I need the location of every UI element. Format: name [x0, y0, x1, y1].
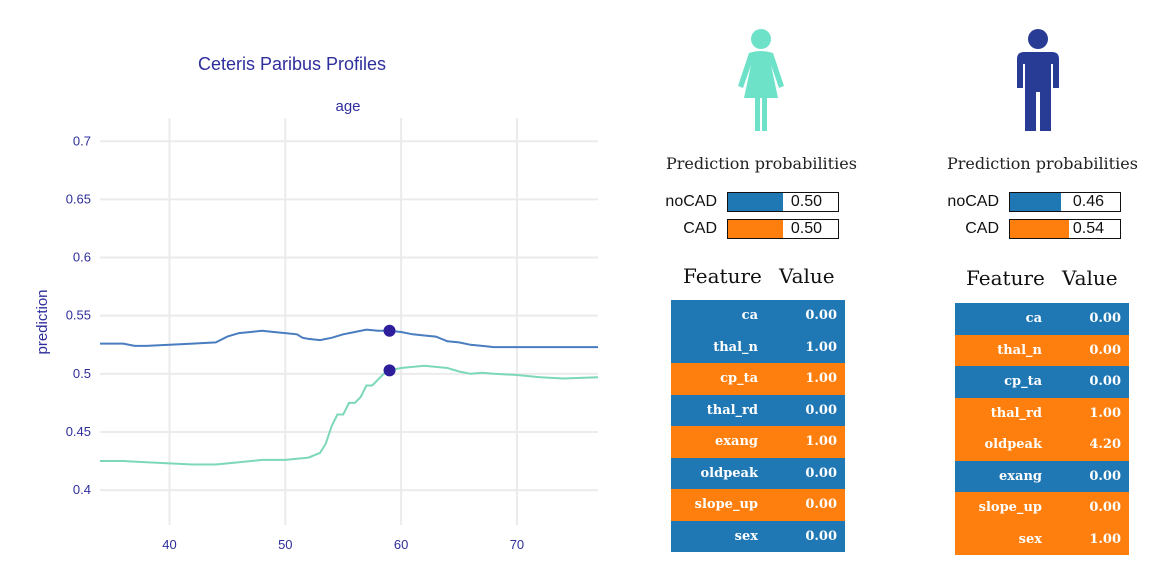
feature-name: oldpeak [984, 437, 1043, 453]
feature-value-table: ca 0.00 thal_n 1.00 cp_ta 1.00 thal_rd 0.00 … [671, 300, 845, 552]
male-person-icon [1017, 29, 1059, 131]
prob-value: 0.50 [790, 220, 822, 237]
instance-panel-female: Prediction probabilities noCAD 0.50 CAD … [650, 0, 870, 585]
table-row: cp_ta 0.00 [955, 366, 1129, 398]
feature-header: Feature [966, 266, 1045, 290]
table-row: thal_n 0.00 [955, 334, 1129, 366]
instance-panel-male: Prediction probabilities noCAD 0.46 CAD … [932, 0, 1152, 585]
feature-value: 1.00 [805, 434, 837, 450]
feature-header: Feature [683, 264, 762, 288]
table-row: thal_rd 0.00 [671, 394, 845, 426]
feature-value: 0.00 [1089, 468, 1121, 484]
feature-name: thal_n [713, 339, 758, 355]
feature-name: sex [1018, 531, 1042, 547]
table-row: ca 0.00 [955, 303, 1129, 335]
feature-value: 0.00 [1089, 342, 1121, 358]
table-row: oldpeak 0.00 [671, 457, 845, 489]
value-header: Value [1062, 266, 1118, 290]
prob-label: CAD [683, 220, 717, 237]
feature-name: thal_rd [706, 402, 758, 418]
table-row: exang 1.00 [671, 426, 845, 458]
feature-value: 1.00 [805, 371, 837, 387]
prob-bar: 0.54 [1009, 219, 1121, 239]
feature-value: 1.00 [1089, 405, 1121, 421]
table-row: sex 1.00 [955, 523, 1129, 555]
y-tick-label: 0.45 [66, 424, 91, 439]
prob-bar-fill [728, 220, 783, 238]
prob-label: noCAD [947, 193, 999, 210]
prob-value: 0.46 [1072, 193, 1104, 210]
prob-bar: 0.50 [727, 192, 839, 212]
feature-value: 0.00 [1089, 500, 1121, 516]
table-row: thal_n 1.00 [671, 331, 845, 363]
feature-value: 1.00 [1089, 531, 1121, 547]
prob-value: 0.50 [790, 193, 822, 210]
feature-value: 0.00 [805, 497, 837, 513]
prob-bar-fill [728, 193, 783, 211]
feature-value: 0.00 [805, 528, 837, 544]
x-tick-label: 50 [278, 537, 292, 552]
prob-bar: 0.46 [1009, 192, 1121, 212]
prediction-probabilities-title: Prediction probabilities [666, 154, 857, 173]
feature-name: slope_up [978, 500, 1042, 516]
feature-name: ca [741, 308, 758, 324]
table-row: slope_up 0.00 [671, 489, 845, 521]
series-line-0 [100, 328, 598, 349]
prob-label: CAD [965, 220, 999, 237]
feature-name: ca [1025, 311, 1042, 327]
x-tick-label: 70 [510, 537, 524, 552]
table-row: slope_up 0.00 [955, 492, 1129, 524]
y-tick-label: 0.7 [73, 133, 91, 148]
y-tick-label: 0.6 [73, 250, 91, 265]
prob-bar: 0.50 [727, 219, 839, 239]
table-row: sex 0.00 [671, 520, 845, 552]
feature-value: 4.20 [1089, 437, 1121, 453]
observation-point[interactable] [383, 324, 396, 337]
feature-value: 0.00 [1089, 374, 1121, 390]
feature-value: 0.00 [1089, 311, 1121, 327]
y-tick-label: 0.4 [73, 482, 91, 497]
feature-name: cp_ta [720, 371, 758, 387]
y-tick-label: 0.55 [66, 308, 91, 323]
chart-title: Ceteris Paribus Profiles [198, 54, 386, 74]
table-row: oldpeak 4.20 [955, 429, 1129, 461]
y-tick-label: 0.65 [66, 191, 91, 206]
feature-name: exang [999, 468, 1042, 484]
feature-value: 0.00 [805, 402, 837, 418]
series-line-1 [100, 364, 599, 466]
feature-name: exang [715, 434, 758, 450]
feature-name: cp_ta [1004, 374, 1042, 390]
female-person-icon [738, 29, 784, 131]
ceteris-paribus-chart: Ceteris Paribus Profiles age prediction … [34, 54, 599, 552]
observation-point[interactable] [383, 364, 396, 377]
x-tick-label: 40 [162, 537, 176, 552]
feature-value-table: ca 0.00 thal_n 0.00 cp_ta 0.00 thal_rd 1.00 … [955, 303, 1129, 555]
subplot-title: age [335, 98, 360, 115]
table-row: cp_ta 1.00 [671, 363, 845, 395]
prob-label: noCAD [665, 193, 717, 210]
x-tick-label: 60 [394, 537, 408, 552]
prob-bar-fill [1010, 220, 1070, 238]
feature-name: oldpeak [700, 465, 759, 481]
prob-value: 0.54 [1072, 220, 1104, 237]
value-header: Value [779, 264, 835, 288]
feature-value: 0.00 [805, 308, 837, 324]
table-row: thal_rd 1.00 [955, 397, 1129, 429]
table-row: ca 0.00 [671, 300, 845, 332]
prediction-probabilities-title: Prediction probabilities [947, 154, 1138, 173]
y-tick-label: 0.5 [73, 366, 91, 381]
feature-name: thal_rd [990, 405, 1042, 421]
feature-name: thal_n [997, 342, 1042, 358]
feature-name: sex [734, 528, 758, 544]
feature-value: 1.00 [805, 339, 837, 355]
y-axis-label: prediction [34, 289, 51, 354]
feature-name: slope_up [694, 497, 758, 513]
prob-bar-fill [1010, 193, 1061, 211]
table-row: exang 0.00 [955, 460, 1129, 492]
feature-value: 0.00 [805, 465, 837, 481]
